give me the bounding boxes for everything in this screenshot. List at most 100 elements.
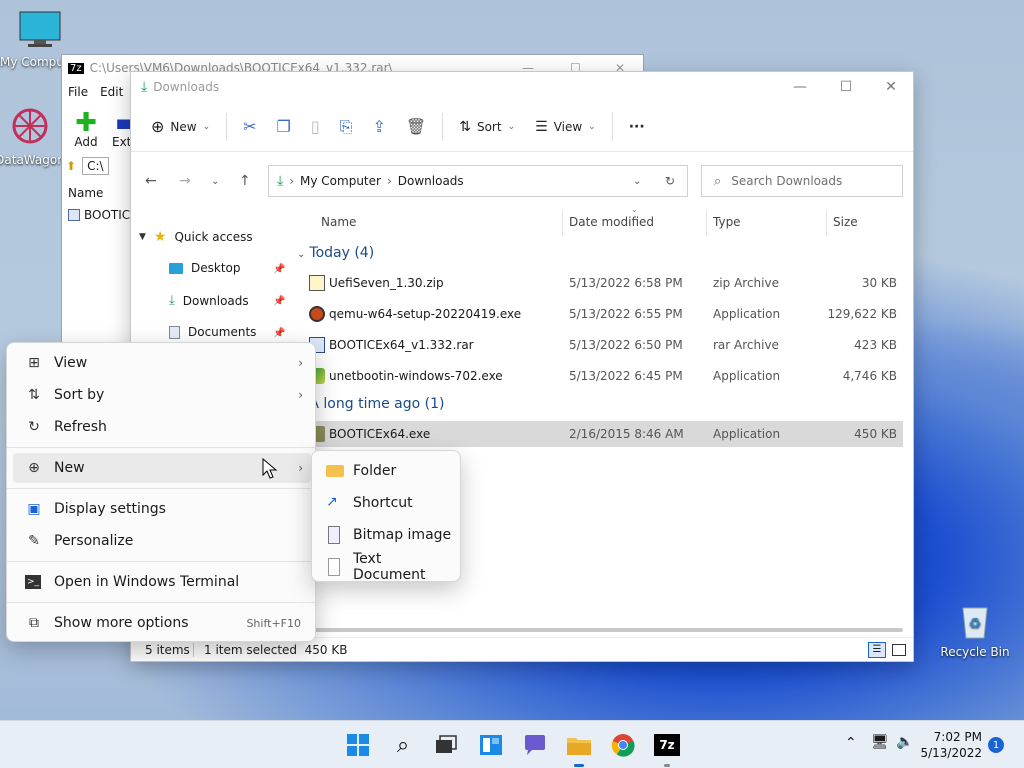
sevenzip-button[interactable]: 7z [653, 731, 681, 767]
chevron-down-icon: ⌄ [297, 249, 306, 260]
chevron-down-icon: ⌄ [202, 121, 211, 132]
menu-item-more-options[interactable]: ⧉ Show more options Shift+F10 [13, 608, 311, 638]
nav-item-downloads[interactable]: ⤓ Downloads [169, 293, 249, 308]
refresh-icon[interactable]: ↻ [665, 174, 675, 188]
menu-edit[interactable]: Edit [100, 85, 123, 99]
file-date: 5/13/2022 6:50 PM [569, 338, 683, 352]
toolbar-divider [226, 112, 228, 141]
menu-item-personalize[interactable]: ✎ Personalize [13, 526, 311, 556]
maximize-button[interactable]: ☐ [823, 72, 869, 102]
copy-button[interactable]: ❐ [267, 109, 301, 145]
column-header-type[interactable]: Type [713, 215, 741, 229]
volume-icon[interactable]: 🔈 [896, 734, 913, 750]
menu-item-sort-by[interactable]: ⇅ Sort by › [13, 380, 311, 410]
details-view-icon[interactable]: ☰ [868, 641, 886, 658]
menu-item-terminal[interactable]: >_ Open in Windows Terminal [13, 567, 311, 597]
chrome-button[interactable] [609, 731, 637, 759]
address-history-chevron-icon[interactable]: ⌄ [633, 176, 641, 187]
column-divider[interactable] [562, 210, 563, 236]
pin-icon[interactable]: 📌 [273, 264, 285, 275]
forward-arrow-icon[interactable]: → [179, 173, 191, 189]
up-arrow-icon[interactable]: ↑ [239, 173, 251, 189]
desktop-icon-recycle-bin[interactable]: ♻ Recycle Bin [935, 600, 1015, 659]
file-row[interactable]: UefiSeven_1.30.zip 5/13/2022 6:58 PM zip… [307, 270, 903, 296]
recent-chevron-icon[interactable]: ⌄ [211, 176, 219, 187]
task-view-button[interactable] [432, 731, 460, 759]
menu-item-display-settings[interactable]: ▣ Display settings [13, 494, 311, 524]
more-button[interactable]: ··· [619, 109, 655, 145]
menu-item-view[interactable]: ⊞ View › [13, 348, 311, 378]
address-bar[interactable]: ⤓ › My Computer › Downloads ⌄ ↻ [268, 165, 688, 197]
tiles-view-icon[interactable] [892, 643, 906, 656]
nav-item-label: Desktop [191, 261, 241, 275]
file-row[interactable]: unetbootin-windows-702.exe 5/13/2022 6:4… [307, 363, 903, 389]
submenu-item-bitmap[interactable]: Bitmap image [318, 520, 456, 550]
sevenzip-logo-icon: 7z [654, 734, 680, 756]
network-icon[interactable]: 🖥 [871, 734, 889, 750]
breadcrumb-my-computer[interactable]: My Computer [300, 174, 381, 188]
context-menu: ⊞ View › ⇅ Sort by › ↻ Refresh ⊕ New › ▣… [6, 342, 316, 642]
menu-item-label: Personalize [54, 533, 134, 549]
path-field[interactable]: C:\ [82, 157, 109, 175]
submenu-item-text-document[interactable]: Text Document [318, 551, 456, 583]
widgets-button[interactable] [477, 731, 505, 759]
paste-button[interactable]: ▯ [301, 109, 330, 145]
sevenzip-row[interactable]: BOOTICE [68, 208, 138, 222]
back-arrow-icon[interactable]: ← [145, 173, 157, 189]
minimize-button[interactable]: — [777, 72, 823, 102]
column-header-date[interactable]: Date modified [569, 215, 654, 229]
rename-button[interactable]: ⎘ [330, 109, 363, 145]
column-header-size[interactable]: Size [833, 215, 858, 229]
sevenzip-col-name[interactable]: Name [68, 186, 103, 200]
add-button[interactable]: ✚ Add [68, 108, 104, 149]
explorer-titlebar[interactable]: ⤓ Downloads — ☐ ✕ [131, 72, 913, 102]
up-folder-icon[interactable]: ⬆ [66, 159, 76, 173]
delete-button[interactable]: 🗑 [396, 109, 436, 145]
file-date: 5/13/2022 6:45 PM [569, 369, 683, 383]
horizontal-scrollbar[interactable] [307, 628, 903, 632]
nav-quick-access[interactable]: ▼ ★ Quick access [139, 229, 253, 245]
group-header-long-ago[interactable]: ⌄A long time ago (1) [297, 396, 444, 412]
search-input[interactable]: ⌕ Search Downloads [701, 165, 903, 197]
refresh-icon: ↻ [28, 419, 40, 435]
chevron-up-icon[interactable]: ⌃ [845, 735, 857, 751]
sort-button[interactable]: ⇅ Sort ⌄ [449, 109, 525, 145]
column-header-name[interactable]: Name [321, 215, 356, 229]
column-divider[interactable] [826, 210, 827, 236]
nav-item-documents[interactable]: Documents [169, 325, 256, 339]
view-button[interactable]: ☰ View ⌄ [525, 109, 606, 145]
file-explorer-button[interactable] [565, 731, 593, 767]
pin-icon[interactable]: 📌 [273, 296, 285, 307]
svg-text:♻: ♻ [969, 616, 982, 632]
desktop-icon-datawagon[interactable]: DataWagon [0, 104, 70, 167]
menu-item-refresh[interactable]: ↻ Refresh [13, 412, 311, 442]
cut-button[interactable]: ✂ [233, 109, 266, 145]
file-name: BOOTICEx64_v1.332.rar [329, 338, 474, 352]
file-row-selected[interactable]: BOOTICEx64.exe 2/16/2015 8:46 AM Applica… [307, 421, 903, 447]
close-button[interactable]: ✕ [868, 72, 914, 102]
nav-item-desktop[interactable]: Desktop [169, 261, 241, 275]
column-divider[interactable] [706, 210, 707, 236]
sort-arrows-icon: ⇅ [28, 387, 40, 403]
submenu-item-folder[interactable]: Folder [318, 456, 456, 486]
group-header-today[interactable]: ⌄ Today (4) [297, 245, 374, 261]
search-button[interactable]: ⌕ [389, 731, 417, 759]
clock[interactable]: 7:02 PM 5/13/2022 [920, 729, 982, 761]
notification-badge[interactable]: 1 [988, 737, 1004, 753]
file-row[interactable]: BOOTICEx64_v1.332.rar 5/13/2022 6:50 PM … [307, 332, 903, 358]
breadcrumb-downloads[interactable]: Downloads [398, 174, 464, 188]
share-button[interactable]: ⇪ [363, 109, 396, 145]
new-button[interactable]: ⊕ New ⌄ [141, 109, 220, 145]
plus-icon: ✚ [75, 108, 97, 138]
start-button[interactable] [344, 731, 372, 759]
pin-icon[interactable]: 📌 [273, 328, 285, 339]
menu-file[interactable]: File [68, 85, 88, 99]
running-indicator [664, 764, 670, 767]
file-row[interactable]: qemu-w64-setup-20220419.exe 5/13/2022 6:… [307, 301, 903, 327]
bitmap-file-icon [328, 526, 340, 544]
submenu-item-shortcut[interactable]: ↗ Shortcut [318, 488, 456, 518]
chat-button[interactable] [521, 731, 549, 759]
sevenzip-pathbar: ⬆ C:\ [66, 155, 109, 177]
menu-item-label: Show more options [54, 615, 189, 631]
file-type: zip Archive [713, 276, 779, 290]
